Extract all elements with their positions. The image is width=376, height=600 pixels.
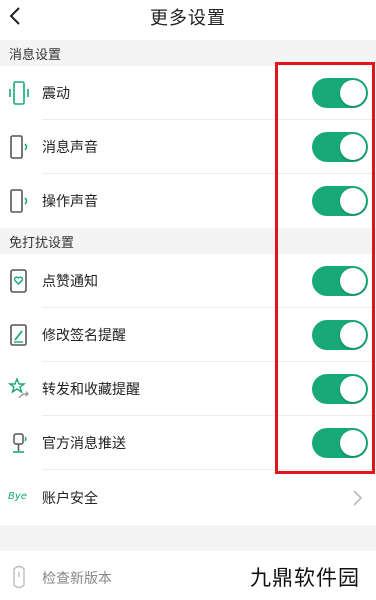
setting-label: 修改签名提醒	[42, 328, 126, 344]
section-label: 消息设置	[9, 48, 62, 63]
account-security-label: 账户安全	[42, 491, 98, 507]
watermark-text: 九鼎软件园	[250, 566, 360, 590]
phone-sound-icon	[10, 135, 28, 159]
edit-signature-icon	[10, 324, 27, 346]
phone-sound-icon	[10, 189, 28, 213]
section-label: 免打扰设置	[9, 236, 75, 251]
bye-logo-icon: Bye	[8, 491, 27, 502]
star-share-icon	[8, 377, 29, 399]
setting-label: 消息声音	[42, 140, 98, 156]
heart-phone-icon	[10, 269, 27, 293]
setting-label: 点赞通知	[42, 274, 98, 290]
page-title: 更多设置	[150, 8, 226, 29]
setting-label: 震动	[42, 86, 70, 102]
setting-label: 转发和收藏提醒	[42, 382, 140, 398]
update-icon	[13, 565, 25, 589]
highlight-annotation-box	[275, 62, 375, 474]
check-update-label: 检查新版本	[42, 571, 112, 587]
vibration-phone-icon	[9, 81, 29, 105]
megaphone-icon	[13, 433, 27, 453]
account-security-row[interactable]: Bye 账户安全	[0, 471, 376, 525]
section-gap	[0, 525, 376, 551]
setting-label: 官方消息推送	[42, 436, 126, 452]
chevron-right-icon	[353, 490, 363, 506]
setting-label: 操作声音	[42, 194, 98, 210]
top-bar: 更多设置	[0, 0, 376, 34]
